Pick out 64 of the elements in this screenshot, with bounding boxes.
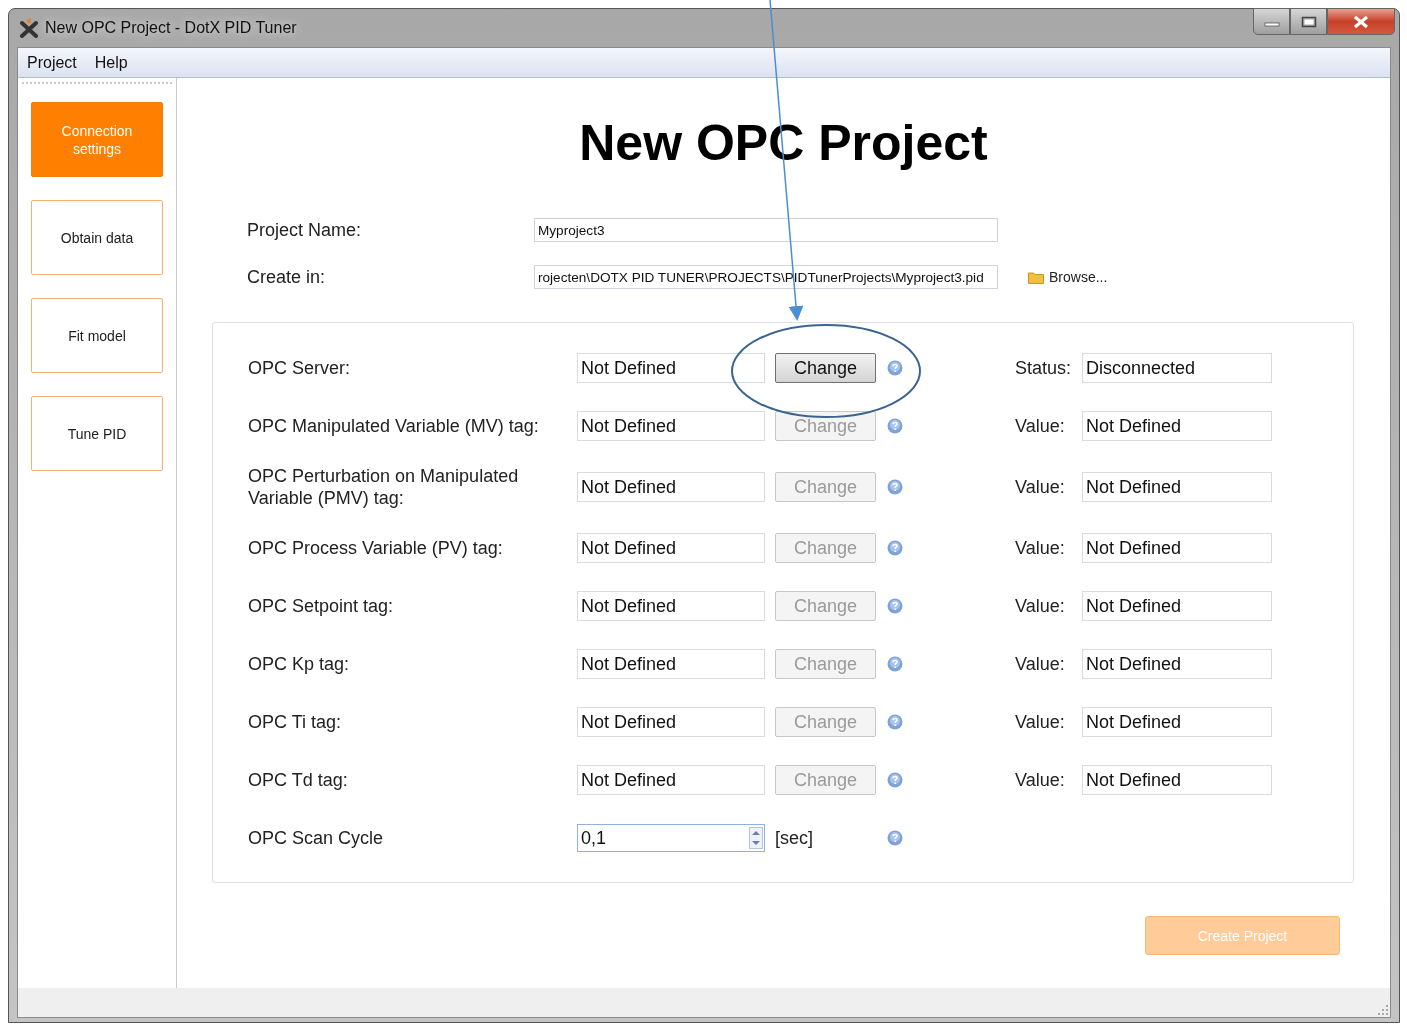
help-icon[interactable]	[887, 714, 903, 730]
value-field[interactable]: Disconnected	[1082, 353, 1272, 383]
help-icon[interactable]	[887, 656, 903, 672]
close-button[interactable]	[1327, 8, 1395, 35]
help-icon[interactable]	[887, 540, 903, 556]
field-label: OPC Ti tag:	[248, 711, 343, 733]
sidebar-item[interactable]: Fit model	[31, 298, 163, 373]
help-icon[interactable]	[887, 772, 903, 788]
tag-field[interactable]: Not Defined	[577, 353, 765, 383]
status-label: Status:	[1015, 357, 1073, 379]
tag-field[interactable]: Not Defined	[577, 472, 765, 502]
status-label: Value:	[1015, 595, 1066, 617]
field-label: OPC Process Variable (PV) tag:	[248, 537, 504, 559]
tag-field[interactable]: Not Defined	[577, 533, 765, 563]
field-label: OPC Server:	[248, 357, 352, 379]
help-icon[interactable]	[887, 360, 903, 376]
spinner-arrows-icon[interactable]	[749, 827, 763, 849]
menu-item[interactable]: Project	[27, 53, 77, 72]
folder-icon	[1028, 270, 1044, 284]
field-label: Create in:	[247, 266, 327, 288]
tag-field[interactable]: Not Defined	[577, 649, 765, 679]
tag-field[interactable]: Not Defined	[577, 411, 765, 441]
status-label: Value:	[1015, 476, 1066, 498]
field-label: OPC Scan Cycle	[248, 827, 385, 849]
close-icon	[1352, 14, 1370, 29]
value-field[interactable]: Not Defined	[1082, 707, 1272, 737]
menu-item[interactable]: Help	[94, 53, 128, 72]
value-field[interactable]: Not Defined	[1082, 472, 1272, 502]
status-label: Value:	[1015, 769, 1066, 791]
change-button[interactable]: Change	[775, 353, 876, 383]
field-label: OPC Perturbation on Manipulated Variable (PMV) tag:	[248, 465, 520, 509]
sidebar-item[interactable]: Obtain data	[31, 200, 163, 275]
minimize-button[interactable]	[1253, 8, 1290, 35]
resize-grip-icon[interactable]	[1378, 1005, 1388, 1015]
field-label: OPC Manipulated Variable (MV) tag:	[248, 415, 540, 437]
field-label: OPC Setpoint tag:	[248, 595, 395, 617]
unit-label: [sec]	[775, 827, 814, 849]
window-title: New OPC Project - DotX PID Tuner	[45, 19, 297, 37]
sidebar-item[interactable]: Tune PID	[31, 396, 163, 471]
status-label: Value:	[1015, 537, 1066, 559]
value-field[interactable]: Not Defined	[1082, 765, 1272, 795]
help-icon[interactable]	[887, 418, 903, 434]
maximize-button[interactable]	[1290, 8, 1327, 35]
help-icon[interactable]	[887, 479, 903, 495]
app-logo-icon	[19, 18, 39, 38]
value-field[interactable]: Not Defined	[1082, 533, 1272, 563]
field-label: OPC Kp tag:	[248, 653, 351, 675]
status-label: Value:	[1015, 653, 1066, 675]
project-name-field[interactable]: Myproject3	[534, 218, 998, 242]
status-label: Value:	[1015, 415, 1066, 437]
tag-field[interactable]: Not Defined	[577, 591, 765, 621]
browse-button[interactable]: Browse...	[1028, 269, 1108, 285]
scan-cycle-spinner[interactable]: 0,1	[577, 824, 765, 852]
value-field[interactable]: Not Defined	[1082, 591, 1272, 621]
tag-field[interactable]: Not Defined	[577, 707, 765, 737]
help-icon[interactable]	[887, 830, 903, 846]
value-field[interactable]: Not Defined	[1082, 411, 1272, 441]
field-label: Project Name:	[247, 219, 363, 241]
value-field[interactable]: Not Defined	[1082, 649, 1272, 679]
field-label: OPC Td tag:	[248, 769, 349, 791]
tag-field[interactable]: Not Defined	[577, 765, 765, 795]
help-icon[interactable]	[887, 598, 903, 614]
status-label: Value:	[1015, 711, 1066, 733]
maximize-icon	[1300, 15, 1317, 28]
